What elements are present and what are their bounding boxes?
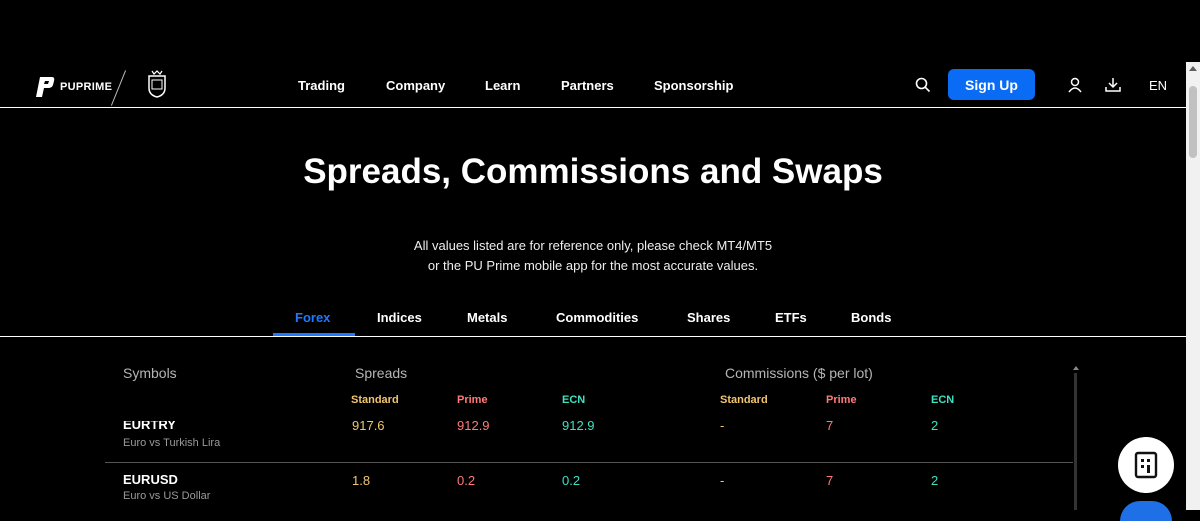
page-scrollbar[interactable] bbox=[1186, 62, 1200, 510]
row-description: Euro vs Turkish Lira bbox=[123, 437, 221, 449]
language-selector[interactable]: EN bbox=[1149, 78, 1167, 93]
column-header-commissions: Commissions ($ per lot) bbox=[725, 365, 873, 381]
tab-indices[interactable]: Indices bbox=[377, 310, 422, 325]
main-nav: Trading Company Learn Partners Sponsorsh… bbox=[298, 78, 744, 93]
cell-commission-prime: 7 bbox=[826, 421, 834, 433]
cell-commission-ecn: 2 bbox=[931, 421, 939, 433]
subheader-spread-standard: Standard bbox=[351, 394, 399, 406]
document-icon bbox=[1134, 451, 1158, 479]
search-icon[interactable] bbox=[915, 77, 931, 98]
nav-company[interactable]: Company bbox=[386, 78, 485, 93]
subheader-commission-standard: Standard bbox=[720, 394, 768, 406]
subtitle-line-1: All values listed are for reference only… bbox=[413, 238, 773, 253]
puprime-logo-mark-icon bbox=[34, 75, 56, 99]
download-icon[interactable] bbox=[1105, 77, 1121, 98]
afa-crest-icon bbox=[146, 70, 168, 103]
column-header-spreads: Spreads bbox=[355, 365, 408, 381]
table-body: EURTRY Euro vs Turkish Lira 917.6 912.9 … bbox=[105, 421, 1073, 510]
floating-chat-button[interactable] bbox=[1120, 501, 1172, 521]
logo-text: PUPRIME bbox=[60, 81, 113, 93]
cell-spread-prime: 912.9 bbox=[457, 421, 490, 433]
column-header-symbols: Symbols bbox=[123, 365, 177, 381]
active-tab-indicator bbox=[273, 333, 355, 336]
nav-learn[interactable]: Learn bbox=[485, 78, 561, 93]
subheader-spread-prime: Prime bbox=[457, 394, 488, 406]
cell-commission-prime: 7 bbox=[826, 473, 834, 488]
cell-commission-standard: - bbox=[720, 473, 725, 488]
row-symbol: EURTRY bbox=[123, 421, 176, 432]
cell-spread-standard: 1.8 bbox=[352, 473, 371, 488]
cell-spread-ecn: 912.9 bbox=[562, 421, 595, 433]
cell-spread-ecn: 0.2 bbox=[562, 473, 581, 488]
nav-sponsorship[interactable]: Sponsorship bbox=[654, 78, 744, 93]
cell-commission-standard: - bbox=[720, 421, 725, 433]
tab-commodities[interactable]: Commodities bbox=[556, 310, 638, 325]
subtitle-line-2: or the PU Prime mobile app for the most … bbox=[427, 258, 759, 273]
floating-document-button[interactable] bbox=[1118, 437, 1174, 493]
tab-bonds[interactable]: Bonds bbox=[851, 310, 891, 325]
cell-spread-standard: 917.6 bbox=[352, 421, 385, 433]
tab-metals[interactable]: Metals bbox=[467, 310, 507, 325]
table-scrollbar[interactable] bbox=[1074, 373, 1077, 510]
scrollbar-thumb[interactable] bbox=[1189, 86, 1197, 158]
page-subtitle: All values listed are for reference only… bbox=[0, 236, 1186, 276]
tab-forex[interactable]: Forex bbox=[295, 310, 330, 325]
row-divider bbox=[105, 462, 1073, 463]
site-header: PUPRIME Trading Company Learn Partners S… bbox=[0, 62, 1186, 108]
puprime-logo[interactable]: PUPRIME bbox=[34, 74, 112, 100]
nav-trading[interactable]: Trading bbox=[298, 78, 386, 93]
cell-commission-ecn: 2 bbox=[931, 473, 939, 488]
subheader-commission-ecn: ECN bbox=[931, 394, 955, 406]
cell-spread-prime: 0.2 bbox=[457, 473, 476, 488]
scroll-up-arrow-icon[interactable] bbox=[1189, 66, 1197, 71]
tab-shares[interactable]: Shares bbox=[687, 310, 730, 325]
nav-partners[interactable]: Partners bbox=[561, 78, 654, 93]
signup-button[interactable]: Sign Up bbox=[948, 69, 1035, 100]
row-symbol: EURUSD bbox=[123, 472, 178, 487]
user-icon[interactable] bbox=[1067, 77, 1083, 98]
table-row[interactable]: EURUSD Euro vs US Dollar 1.8 0.2 0.2 - 7… bbox=[105, 463, 1073, 510]
table-row[interactable]: EURTRY Euro vs Turkish Lira 917.6 912.9 … bbox=[105, 421, 1073, 457]
instrument-tabs: Forex Indices Metals Commodities Shares … bbox=[0, 303, 1186, 337]
row-description: Euro vs US Dollar bbox=[123, 490, 211, 502]
logo-divider bbox=[110, 70, 127, 106]
page-title: Spreads, Commissions and Swaps bbox=[303, 152, 883, 191]
subheader-spread-ecn: ECN bbox=[562, 394, 586, 406]
tab-etfs[interactable]: ETFs bbox=[775, 310, 807, 325]
table-scroll-up-icon[interactable] bbox=[1073, 366, 1079, 370]
subheader-commission-prime: Prime bbox=[826, 394, 857, 406]
